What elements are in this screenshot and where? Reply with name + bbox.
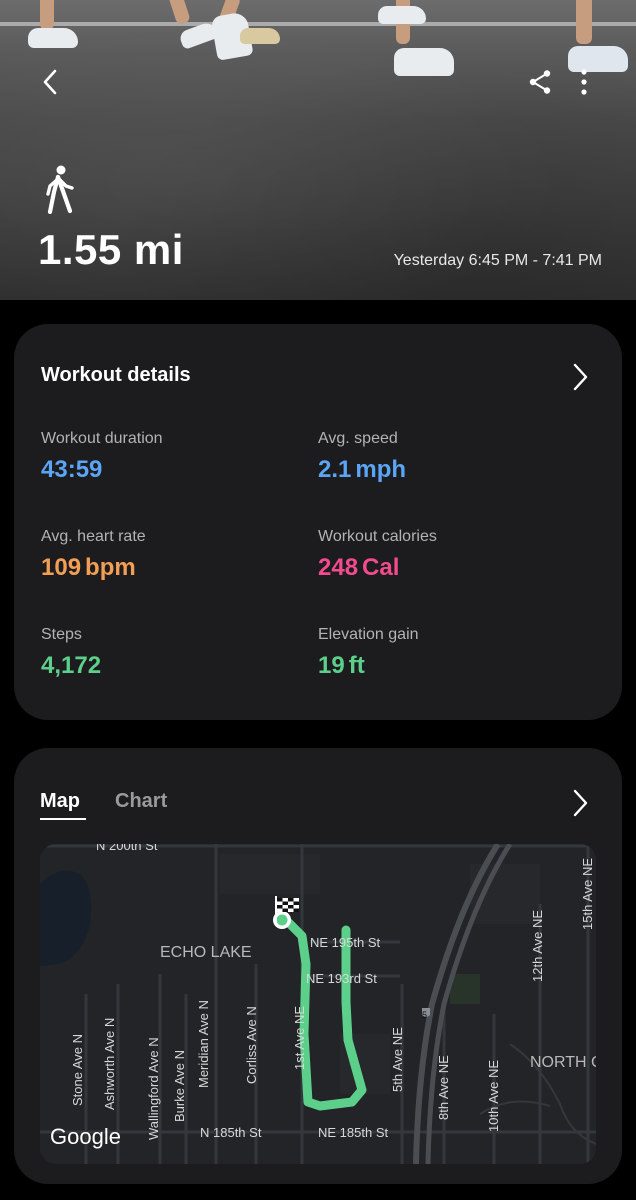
walking-icon — [46, 165, 74, 214]
workout-time-range: Yesterday 6:45 PM - 7:41 PM — [393, 252, 602, 269]
stat-elevation-gain: Elevation gain 19 ft — [318, 626, 419, 680]
map-label-5th-ave: 5th Ave NE — [390, 1027, 405, 1092]
stat-avg-heart-rate: Avg. heart rate 109 bpm — [41, 528, 146, 582]
map-label-burke-ave: Burke Ave N — [172, 1049, 187, 1122]
stat-label: Avg. speed — [318, 430, 398, 447]
stat-label: Avg. heart rate — [41, 528, 146, 545]
stat-value: 43:59 — [41, 456, 103, 483]
workout-details-title: Workout details — [41, 364, 191, 386]
stat-workout-calories: Workout calories 248 Cal — [318, 528, 437, 582]
route-map[interactable]: N 200th St ECHO LAKE NORTH C NE 195th St… — [40, 844, 596, 1164]
map-label-12th-ave: 12th Ave NE — [530, 909, 545, 982]
stat-workout-duration: Workout duration 43:59 — [41, 430, 163, 484]
map-label-north-city: NORTH C — [530, 1054, 596, 1071]
stat-label: Elevation gain — [318, 626, 419, 643]
map-label-echo-lake: ECHO LAKE — [160, 944, 252, 961]
tab-chart[interactable]: Chart — [115, 790, 167, 813]
chevron-right-icon[interactable] — [568, 362, 592, 392]
google-attribution-logo: Google — [50, 1124, 121, 1149]
chevron-right-icon[interactable] — [568, 788, 592, 818]
map-label-interstate: 5 — [422, 1010, 428, 1020]
stat-value: 4,172 — [41, 652, 102, 679]
stat-label: Workout calories — [318, 528, 437, 545]
stat-value: 2.1 mph — [318, 456, 407, 483]
map-label-8th-ave: 8th Ave NE — [436, 1055, 451, 1120]
hero-banner: 1.55 mi Yesterday 6:45 PM - 7:41 PM — [0, 0, 636, 300]
stat-value: 248 Cal — [318, 554, 400, 581]
map-label-ne-195th: NE 195th St — [310, 935, 381, 950]
share-button[interactable] — [520, 62, 560, 102]
more-vertical-icon — [581, 69, 587, 95]
map-label-1st-ave: 1st Ave NE — [292, 1005, 307, 1070]
map-label-n-185th: N 185th St — [200, 1125, 262, 1140]
stat-label: Steps — [41, 626, 82, 643]
share-icon — [529, 70, 551, 94]
tab-map[interactable]: Map — [40, 790, 80, 813]
stat-steps: Steps 4,172 — [41, 626, 101, 680]
distance-unit: mi — [133, 226, 184, 273]
stat-value: 19 ft — [318, 652, 365, 679]
map-label-top-street: N 200th St — [96, 844, 158, 853]
back-button[interactable] — [30, 62, 70, 102]
workout-details-card[interactable]: Workout details Workout duration 43:59 A… — [14, 324, 622, 720]
distance-value: 1.55 — [38, 226, 122, 273]
map-label-10th-ave: 10th Ave NE — [486, 1059, 501, 1132]
map-label-ashworth-ave: Ashworth Ave N — [102, 1017, 117, 1110]
more-options-button[interactable] — [564, 62, 604, 102]
map-label-ne-185th: NE 185th St — [318, 1125, 389, 1140]
stat-value: 109 bpm — [41, 554, 136, 581]
map-label-15th-ave: 15th Ave NE — [580, 857, 595, 930]
map-canvas — [40, 844, 596, 1164]
map-label-ne-193rd: NE 193rd St — [306, 971, 377, 986]
chevron-left-icon — [43, 69, 57, 95]
stat-label: Workout duration — [41, 430, 163, 447]
map-chart-card: Map Chart N 200th St ECHO LAKE NORTH C N… — [14, 748, 622, 1184]
tab-active-indicator — [40, 818, 86, 820]
map-label-stone-ave: Stone Ave N — [70, 1033, 85, 1106]
map-label-wallingford-ave: Wallingford Ave N — [146, 1037, 161, 1140]
stat-avg-speed: Avg. speed 2.1 mph — [318, 430, 406, 484]
map-label-meridian-ave: Meridian Ave N — [196, 1000, 211, 1088]
map-label-corliss-ave: Corliss Ave N — [244, 1006, 259, 1084]
distance-summary: 1.55 mi — [38, 226, 184, 274]
